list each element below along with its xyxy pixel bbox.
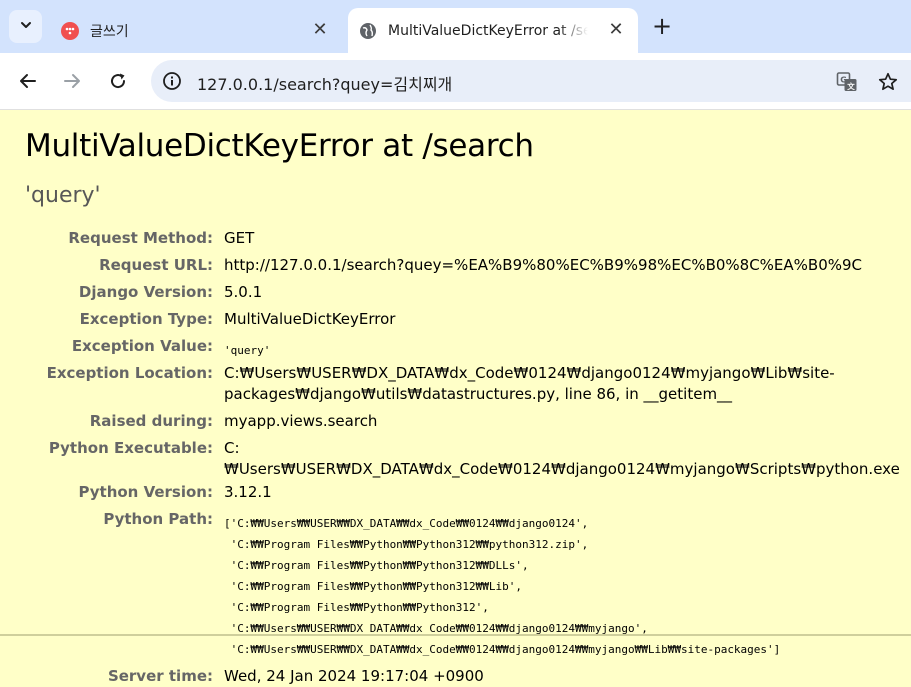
meta-label: Exception Value: — [71, 337, 213, 355]
meta-label: Exception Location: — [46, 364, 213, 382]
meta-value: C:₩Users₩USER₩DX_DATA₩dx_Code₩0124₩djang… — [224, 364, 835, 403]
tab-error-page[interactable]: MultiValueDictKeyError at /search ✕ — [348, 8, 638, 53]
forward-icon[interactable] — [57, 66, 87, 96]
site-info-icon[interactable] — [161, 70, 183, 92]
meta-label: Python Executable: — [48, 439, 213, 457]
meta-label: Python Path: — [103, 510, 213, 528]
exception-value-heading: 'query' — [25, 183, 101, 208]
meta-label: Request URL: — [99, 256, 213, 274]
meta-label: Raised during: — [89, 412, 213, 430]
meta-row-exception-type: Exception Type: MultiValueDictKeyError — [0, 307, 900, 334]
meta-value: 5.0.1 — [224, 283, 263, 301]
meta-value: C:₩Users₩USER₩DX_DATA₩dx_Code₩0124₩djang… — [224, 439, 900, 478]
request-meta-table: Request Method: GET Request URL: http://… — [0, 226, 900, 687]
meta-value: MultiValueDictKeyError — [224, 310, 396, 328]
page-title: MultiValueDictKeyError at /search — [25, 128, 534, 164]
meta-value: http://127.0.0.1/search?quey=%EA%B9%80%E… — [224, 256, 863, 274]
meta-value: Wed, 24 Jan 2024 19:17:04 +0900 — [224, 667, 484, 685]
meta-value: 3.12.1 — [224, 483, 272, 501]
meta-value: 'query' — [224, 344, 271, 357]
meta-row-exception-value: Exception Value: 'query' — [0, 334, 900, 361]
back-icon[interactable] — [13, 66, 43, 96]
close-icon[interactable]: ✕ — [606, 20, 626, 40]
meta-row-django-version: Django Version: 5.0.1 — [0, 280, 900, 307]
red-circle-icon — [60, 21, 80, 41]
chevron-down-icon — [19, 17, 33, 36]
meta-value: myapp.views.search — [224, 412, 378, 430]
reload-icon[interactable] — [103, 66, 133, 96]
meta-label: Exception Type: — [79, 310, 213, 328]
tab-write[interactable]: 글쓰기 ✕ — [52, 8, 342, 53]
meta-row-raised-during: Raised during: myapp.views.search — [0, 409, 900, 436]
tab-title: MultiValueDictKeyError at /search — [388, 22, 588, 39]
close-icon[interactable]: ✕ — [310, 20, 330, 40]
meta-row-python-path: Python Path: ['C:₩₩Users₩₩USER₩₩DX_DATA₩… — [0, 507, 900, 660]
browser-toolbar: 127.0.0.1/search?quey=김치찌개 G文 — [0, 53, 911, 110]
address-bar[interactable]: 127.0.0.1/search?quey=김치찌개 G文 — [151, 60, 911, 102]
meta-value: ['C:₩₩Users₩₩USER₩₩DX_DATA₩₩dx_Code₩₩012… — [224, 517, 781, 656]
meta-row-python-executable: Python Executable: C:₩Users₩USER₩DX_DATA… — [0, 436, 900, 480]
star-icon[interactable] — [876, 70, 900, 94]
meta-value: GET — [224, 229, 255, 247]
svg-text:文: 文 — [847, 81, 855, 91]
svg-text:G: G — [840, 76, 847, 85]
meta-label: Request Method: — [68, 229, 213, 247]
meta-row-request-url: Request URL: http://127.0.0.1/search?que… — [0, 253, 900, 280]
url-text[interactable]: 127.0.0.1/search?quey=김치찌개 — [197, 71, 452, 95]
meta-row-exception-location: Exception Location: C:₩Users₩USER₩DX_DAT… — [0, 361, 900, 409]
meta-label: Django Version: — [78, 283, 213, 301]
meta-row-python-version: Python Version: 3.12.1 — [0, 480, 900, 507]
meta-row-server-time: Server time: Wed, 24 Jan 2024 19:17:04 +… — [0, 660, 900, 687]
meta-label: Python Version: — [78, 483, 213, 501]
tab-search-button[interactable] — [9, 10, 42, 43]
plus-icon[interactable]: + — [648, 12, 676, 40]
globe-icon — [358, 21, 378, 41]
tab-title: 글쓰기 — [90, 23, 129, 40]
section-divider — [0, 634, 911, 636]
meta-label: Server time: — [107, 667, 213, 685]
tab-strip: 글쓰기 ✕ MultiValueDictKeyError at /search … — [0, 0, 911, 53]
meta-row-request-method: Request Method: GET — [0, 226, 900, 253]
translate-icon[interactable]: G文 — [835, 70, 859, 94]
